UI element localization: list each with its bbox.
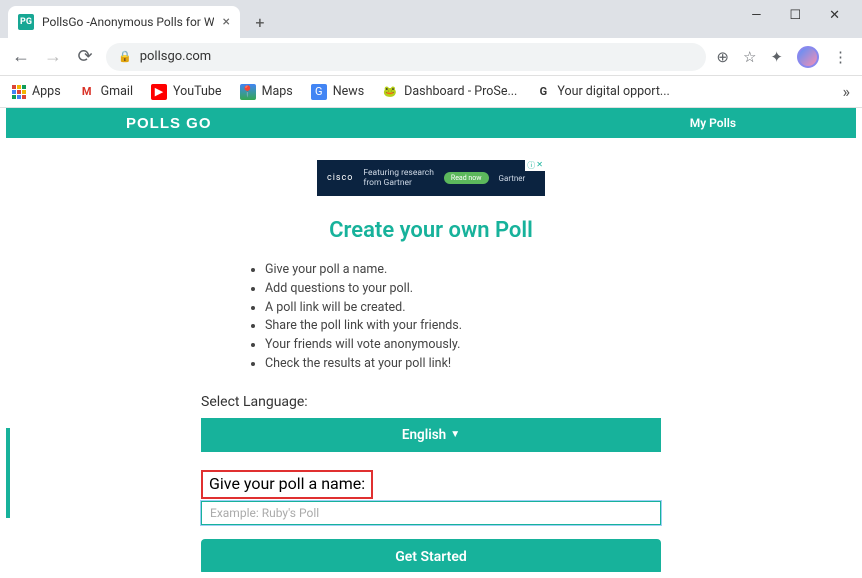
close-tab-icon[interactable]: ×	[222, 14, 229, 30]
bookmarks-overflow-icon[interactable]: »	[843, 82, 851, 101]
list-item: Your friends will vote anonymously.	[265, 336, 661, 355]
bookmark-gmail[interactable]: M Gmail	[79, 84, 133, 100]
select-language-label: Select Language:	[201, 394, 661, 410]
reload-button[interactable]: ⟳	[74, 46, 96, 68]
youtube-icon: ▶	[151, 84, 167, 100]
language-dropdown[interactable]: English ▼	[201, 418, 661, 452]
ad-text: Featuring research from Gartner	[363, 168, 434, 188]
list-item: Share the poll link with your friends.	[265, 317, 661, 336]
close-window-button[interactable]: ✕	[829, 8, 840, 23]
poll-name-label-highlight: Give your poll a name:	[201, 470, 373, 499]
my-polls-link[interactable]: My Polls	[690, 116, 736, 130]
maximize-button[interactable]: ☐	[789, 8, 801, 23]
site-brand[interactable]: POLLS GO	[126, 115, 212, 132]
window-controls: — ☐ ✕	[751, 0, 862, 30]
profile-avatar[interactable]	[797, 46, 819, 68]
bookmark-maps[interactable]: 📍 Maps	[240, 84, 293, 100]
bookmark-star-icon[interactable]: ☆	[743, 48, 756, 66]
tab-favicon: PG	[18, 14, 34, 30]
url-text: pollsgo.com	[140, 49, 212, 64]
extensions-icon[interactable]: ✦	[770, 48, 783, 66]
lock-icon: 🔒	[118, 50, 132, 63]
browser-tabbar: PG PollsGo -Anonymous Polls for W × +	[0, 0, 862, 38]
back-button[interactable]: ←	[10, 46, 32, 68]
ad-info-icon[interactable]: ⓘ✕	[525, 160, 545, 171]
page-title: Create your own Poll	[201, 218, 661, 243]
bookmark-google[interactable]: G Your digital opport...	[535, 84, 669, 100]
instructions-list: Give your poll a name. Add questions to …	[201, 261, 661, 374]
list-item: Add questions to your poll.	[265, 280, 661, 299]
chevron-down-icon: ▼	[450, 429, 460, 440]
list-item: Check the results at your poll link!	[265, 355, 661, 374]
poll-name-input[interactable]	[201, 501, 661, 525]
frog-icon: 🐸	[382, 84, 398, 100]
list-item: A poll link will be created.	[265, 299, 661, 318]
bookmark-apps[interactable]: Apps	[12, 84, 61, 99]
bookmark-dashboard[interactable]: 🐸 Dashboard - ProSe...	[382, 84, 517, 100]
get-started-button[interactable]: Get Started	[201, 539, 661, 573]
site-header: POLLS GO My Polls	[6, 108, 856, 138]
apps-icon	[12, 85, 26, 99]
new-tab-button[interactable]: +	[246, 8, 274, 36]
ad-banner[interactable]: cisco Featuring research from Gartner Re…	[317, 160, 545, 196]
forward-button[interactable]: →	[42, 46, 64, 68]
page-viewport: POLLS GO My Polls cisco Featuring resear…	[6, 108, 856, 572]
browser-toolbar: ← → ⟳ 🔒 pollsgo.com ⊕ ☆ ✦ ⋮	[0, 38, 862, 76]
ad-gartner-logo: Gartner	[499, 174, 526, 183]
left-accent-strip	[6, 428, 10, 518]
ad-cta-button[interactable]: Read now	[444, 172, 489, 184]
browser-tab[interactable]: PG PollsGo -Anonymous Polls for W ×	[8, 6, 240, 38]
menu-icon[interactable]: ⋮	[833, 48, 848, 66]
maps-icon: 📍	[240, 84, 256, 100]
news-icon: G	[311, 84, 327, 100]
address-bar[interactable]: 🔒 pollsgo.com	[106, 43, 706, 71]
bookmark-youtube[interactable]: ▶ YouTube	[151, 84, 222, 100]
tab-title: PollsGo -Anonymous Polls for W	[42, 15, 214, 29]
google-icon: G	[535, 84, 551, 100]
zoom-icon[interactable]: ⊕	[716, 48, 729, 66]
poll-name-label: Give your poll a name:	[209, 474, 365, 493]
list-item: Give your poll a name.	[265, 261, 661, 280]
bookmark-news[interactable]: G News	[311, 84, 364, 100]
minimize-button[interactable]: —	[751, 8, 761, 23]
ad-cisco-logo: cisco	[327, 173, 353, 183]
bookmarks-bar: Apps M Gmail ▶ YouTube 📍 Maps G News 🐸 D…	[0, 76, 862, 108]
gmail-icon: M	[79, 84, 95, 100]
